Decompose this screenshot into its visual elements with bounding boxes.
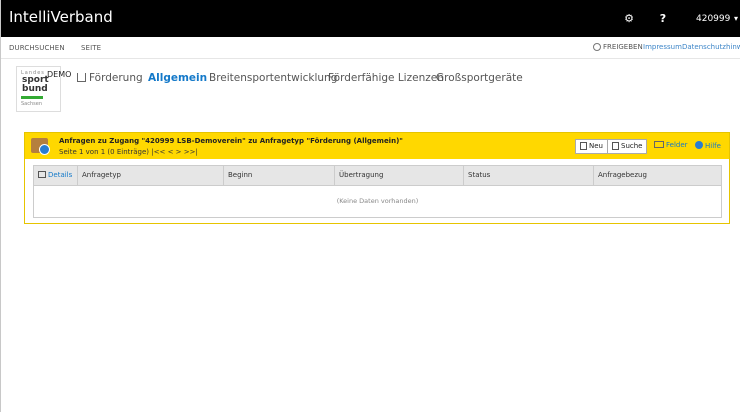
logo-text-demo: DEMO: [47, 70, 72, 79]
logo-text-bund: bund: [22, 84, 48, 94]
table-header: Details Anfragetyp Beginn Übertragung St…: [34, 166, 721, 186]
pager-info: Seite 1 von 1 (0 Einträge) |<< < > >>|: [59, 148, 198, 156]
column-details[interactable]: Details: [34, 166, 77, 185]
tab-foerderfaehige-lizenzen[interactable]: Förderfähige Lizenzen: [328, 72, 444, 84]
ribbon-tab-page[interactable]: SEITE: [81, 44, 101, 52]
app-title[interactable]: IntelliVerband: [9, 8, 113, 26]
panel-header: Anfragen zu Zugang "420999 LSB-Demoverei…: [25, 133, 729, 159]
help-label: Hilfe: [705, 142, 721, 150]
logo[interactable]: Landes sport bund Sachsen DEMO: [16, 66, 72, 112]
grid-icon: [654, 141, 664, 148]
empty-message: (Keine Daten vorhanden): [336, 197, 419, 205]
privacy-link[interactable]: Datenschutzhinwe: [682, 43, 740, 51]
search-icon: [612, 142, 619, 150]
top-bar: IntelliVerband ⚙ ? 420999 ▾: [1, 0, 740, 37]
user-menu[interactable]: 420999: [696, 10, 730, 28]
share-button[interactable]: FREIGEBEN: [593, 43, 643, 51]
help-icon: [695, 141, 703, 149]
impressum-link[interactable]: Impressum: [643, 43, 682, 51]
tab-allgemein[interactable]: Allgemein: [148, 72, 207, 84]
page-count: Seite 1 von 1 (0 Einträge): [59, 148, 150, 156]
tab-grosssportgeraete[interactable]: Großsportgeräte: [436, 72, 523, 84]
gear-icon[interactable]: ⚙: [621, 10, 637, 28]
chevron-down-icon[interactable]: ▾: [734, 10, 738, 28]
app-window: IntelliVerband ⚙ ? 420999 ▾ DURCHSUCHEN …: [0, 0, 740, 412]
column-label: Details: [48, 171, 73, 179]
folder-icon: [31, 138, 50, 155]
new-label: Neu: [589, 142, 603, 150]
help-icon[interactable]: ?: [656, 10, 670, 28]
tab-label: Förderung: [89, 72, 143, 84]
logo-text-sachsen: Sachsen: [21, 101, 43, 107]
column-status[interactable]: Status: [463, 166, 593, 185]
share-label: FREIGEBEN: [603, 43, 643, 51]
pager-nav[interactable]: |<< < > >>|: [151, 148, 198, 156]
fields-label: Felder: [666, 141, 688, 149]
column-uebertragung[interactable]: Übertragung: [334, 166, 463, 185]
panel-title: Anfragen zu Zugang "420999 LSB-Demoverei…: [59, 137, 403, 145]
document-icon: [580, 142, 587, 150]
requests-table: Details Anfragetyp Beginn Übertragung St…: [33, 165, 722, 218]
column-beginn[interactable]: Beginn: [223, 166, 334, 185]
requests-panel: Anfragen zu Zugang "420999 LSB-Demoverei…: [24, 132, 730, 224]
tab-breitensportentwicklung[interactable]: Breitensportentwicklung: [209, 72, 337, 84]
search-button[interactable]: Suche: [607, 139, 648, 154]
column-anfragetyp[interactable]: Anfragetyp: [77, 166, 223, 185]
logo-bar: [21, 96, 43, 99]
details-icon: [38, 171, 46, 178]
ribbon-nav: DURCHSUCHEN SEITE FREIGEBEN Impressum Da…: [1, 37, 740, 59]
document-icon: [77, 73, 86, 82]
share-icon: [593, 43, 601, 51]
ribbon-tab-browse[interactable]: DURCHSUCHEN: [9, 44, 65, 52]
search-label: Suche: [621, 142, 643, 150]
new-button[interactable]: Neu: [575, 139, 608, 154]
column-anfragebezug[interactable]: Anfragebezug: [593, 166, 721, 185]
help-link[interactable]: Hilfe: [695, 141, 721, 150]
fields-link[interactable]: Felder: [654, 141, 688, 149]
tab-foerderung[interactable]: Förderung: [77, 72, 143, 84]
